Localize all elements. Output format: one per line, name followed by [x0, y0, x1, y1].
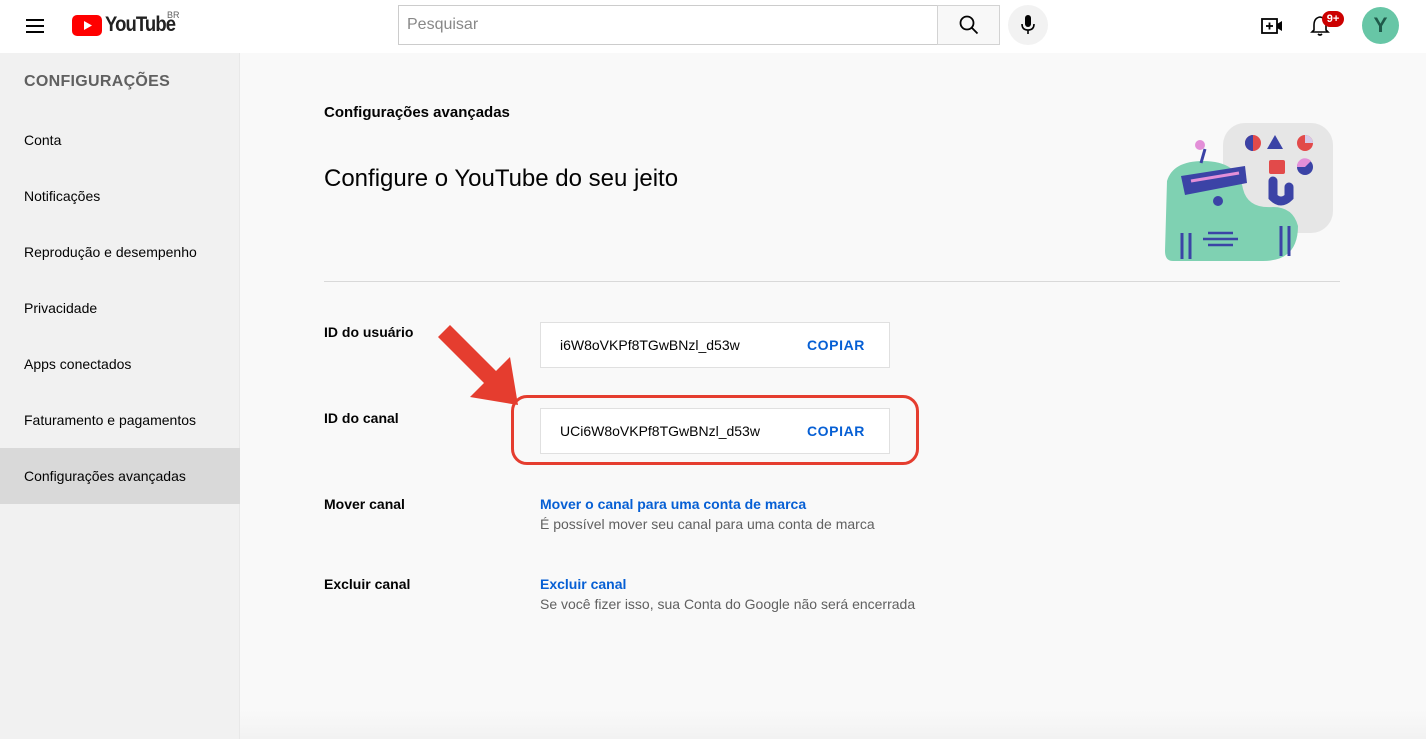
youtube-logo[interactable]: YouTube BR [72, 10, 185, 37]
create-video-button[interactable] [1254, 8, 1290, 44]
sidebar-item-label: Privacidade [24, 300, 98, 316]
sidebar-item-label: Apps conectados [24, 356, 132, 372]
microphone-icon [1021, 15, 1035, 34]
sidebar-item-label: Conta [24, 132, 62, 148]
country-code: BR [167, 10, 180, 20]
copy-user-id-button[interactable]: COPIAR [807, 337, 865, 353]
sidebar-item-configuracoes-avancadas[interactable]: Configurações avançadas [0, 448, 240, 504]
sidebar-item-label: Reprodução e desempenho [24, 244, 197, 260]
sidebar-item-reproducao[interactable]: Reprodução e desempenho [0, 224, 240, 280]
delete-channel-description: Se você fizer isso, sua Conta do Google … [540, 596, 916, 612]
move-channel-label: Mover canal [324, 496, 405, 512]
page-footer-shadow [240, 710, 1426, 739]
notification-badge: 9+ [1322, 11, 1344, 27]
sidebar-item-conta[interactable]: Conta [0, 112, 240, 168]
voice-search-button[interactable] [1008, 5, 1048, 45]
sidebar-item-label: Faturamento e pagamentos [24, 412, 196, 428]
logo-text: YouTube [105, 13, 176, 36]
user-id-label: ID do usuário [324, 324, 414, 340]
sidebar-item-faturamento[interactable]: Faturamento e pagamentos [0, 392, 240, 448]
user-id-field: i6W8oVKPf8TGwBNzl_d53w COPIAR [540, 322, 890, 368]
section-label: Configurações avançadas [324, 104, 510, 121]
move-channel-link[interactable]: Mover o canal para uma conta de marca [540, 496, 806, 512]
settings-illustration [1165, 123, 1333, 261]
user-id-value[interactable]: i6W8oVKPf8TGwBNzl_d53w [560, 337, 740, 353]
sidebar-heading: CONFIGURAÇÕES [24, 73, 171, 90]
search-bar [398, 5, 1000, 45]
search-icon [959, 15, 978, 35]
annotation-arrow-icon [438, 325, 518, 405]
divider [324, 281, 1340, 282]
youtube-play-icon [72, 14, 102, 36]
top-bar: YouTube BR 9+ Y [0, 0, 1426, 53]
sidebar-item-apps-conectados[interactable]: Apps conectados [0, 336, 240, 392]
search-input[interactable] [398, 5, 937, 45]
settings-sidebar: CONFIGURAÇÕES Conta Notificações Reprodu… [0, 53, 240, 739]
sidebar-item-label: Notificações [24, 188, 101, 204]
menu-icon[interactable] [18, 10, 54, 42]
annotation-highlight [511, 395, 919, 465]
search-button[interactable] [937, 5, 1000, 45]
sidebar-item-notificacoes[interactable]: Notificações [0, 168, 240, 224]
delete-channel-label: Excluir canal [324, 576, 411, 592]
delete-channel-link[interactable]: Excluir canal [540, 576, 626, 592]
create-video-icon [1261, 18, 1282, 34]
sidebar-item-label: Configurações avançadas [24, 468, 186, 484]
move-channel-description: É possível mover seu canal para uma cont… [540, 516, 875, 532]
page-title: Configure o YouTube do seu jeito [324, 165, 679, 192]
sidebar-item-privacidade[interactable]: Privacidade [0, 280, 240, 336]
channel-id-label: ID do canal [324, 410, 399, 426]
avatar[interactable]: Y [1362, 7, 1399, 44]
settings-main: Configurações avançadas Configure o YouT… [240, 53, 1426, 739]
